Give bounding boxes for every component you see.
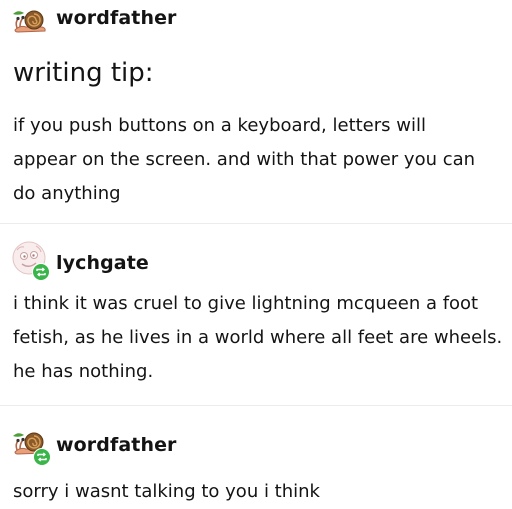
- post-body: i think it was cruel to give lightning m…: [13, 293, 503, 382]
- reblog-icon: [32, 263, 50, 281]
- post-2: lychgate i think it was cruel to give li…: [0, 224, 512, 404]
- username[interactable]: wordfather: [56, 7, 177, 29]
- username[interactable]: lychgate: [56, 252, 149, 274]
- post-3: wordfather sorry i wasnt talking to you …: [0, 406, 512, 507]
- username[interactable]: wordfather: [56, 434, 177, 456]
- post-body: if you push buttons on a keyboard, lette…: [13, 115, 476, 204]
- post-1: wordfather writing tip: if you push butt…: [0, 0, 512, 222]
- snail-avatar-icon[interactable]: [12, 3, 48, 39]
- post-body: sorry i wasnt talking to you i think: [13, 481, 320, 502]
- post-title: writing tip:: [13, 58, 154, 88]
- reblog-icon: [33, 448, 51, 466]
